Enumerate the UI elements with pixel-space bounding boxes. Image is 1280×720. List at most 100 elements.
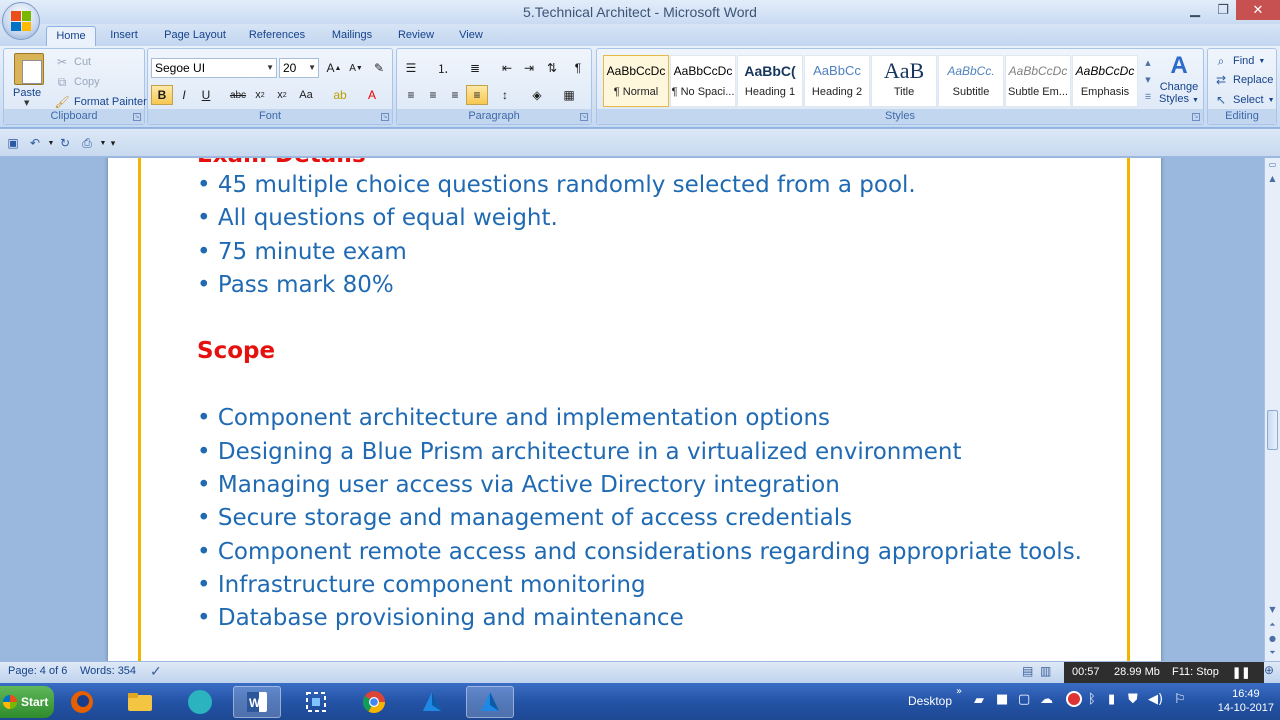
office-button[interactable] <box>2 2 40 40</box>
blue-prism-icon[interactable] <box>466 686 514 718</box>
scroll-thumb[interactable] <box>1267 410 1278 450</box>
align-left-icon[interactable]: ≡ <box>400 85 422 105</box>
borders-icon[interactable]: ▦ <box>558 85 580 105</box>
window-icon[interactable]: ▢ <box>1018 692 1030 707</box>
style-heading-2[interactable]: AaBbCc Heading 2 <box>804 55 870 107</box>
style-heading-1[interactable]: AaBbC( Heading 1 <box>737 55 803 107</box>
tab-view[interactable]: View <box>452 26 490 46</box>
multilevel-list-icon[interactable]: ≣ <box>464 58 486 78</box>
cut-button[interactable]: ✂ Cut <box>54 53 91 71</box>
ruler-toggle-icon[interactable]: ▭ <box>1265 158 1280 172</box>
next-page-icon[interactable]: ⏷ <box>1265 646 1280 660</box>
line-spacing-icon[interactable]: ↕ <box>494 85 516 105</box>
strikethrough-icon[interactable]: abc <box>227 85 249 105</box>
increase-indent-icon[interactable]: ⇥ <box>518 58 540 78</box>
scroll-up-icon[interactable]: ▲ <box>1265 172 1280 186</box>
volume-icon[interactable]: ◀) <box>1148 692 1163 707</box>
dialog-launcher-icon[interactable]: ↘ <box>1192 113 1200 121</box>
teal-app-icon[interactable] <box>176 686 224 718</box>
font-name-combo[interactable]: Segoe UI ▼ <box>151 58 277 78</box>
tab-references[interactable]: References <box>244 26 310 46</box>
shrink-font-icon[interactable]: A ▼ <box>345 58 367 78</box>
superscript-icon[interactable]: x2 <box>271 85 293 105</box>
dialog-launcher-icon[interactable]: ↘ <box>133 113 141 121</box>
font-size-combo[interactable]: 20 ▼ <box>279 58 319 78</box>
bluetooth-icon[interactable]: ᛒ <box>1088 692 1096 707</box>
justify-icon[interactable]: ≡ <box>466 85 488 105</box>
decrease-indent-icon[interactable]: ⇤ <box>496 58 518 78</box>
numbering-icon[interactable]: ⒈ <box>432 58 454 78</box>
scroll-down-icon[interactable]: ▼ <box>1265 603 1280 617</box>
sort-icon[interactable]: ⇅ <box>541 58 563 78</box>
style-subtitle[interactable]: AaBbCc. Subtitle <box>938 55 1004 107</box>
firefox-icon[interactable] <box>58 686 106 718</box>
full-screen-reading-icon[interactable]: ▥ <box>1040 664 1051 678</box>
clock[interactable]: 16:49 14-10-2017 <box>1218 687 1274 715</box>
style-subtle-emphasis[interactable]: AaBbCcDc Subtle Em... <box>1005 55 1071 107</box>
record-icon[interactable] <box>1066 691 1082 707</box>
start-button[interactable]: Start <box>0 686 54 718</box>
tab-insert[interactable]: Insert <box>102 26 146 46</box>
clear-formatting-icon[interactable]: ✎ <box>368 58 390 78</box>
change-styles-button[interactable]: A Change Styles ▼ <box>1157 51 1201 109</box>
recording-stop[interactable]: F11: Stop <box>1172 666 1219 678</box>
tab-review[interactable]: Review <box>392 26 440 46</box>
document-page[interactable]: Exam Details • 45 multiple choice questi… <box>108 158 1161 661</box>
proofing-icon[interactable]: ✓ <box>150 663 162 680</box>
pause-icon[interactable]: ❚❚ <box>1232 666 1250 679</box>
save-icon[interactable]: ▣ <box>2 133 24 153</box>
print-layout-icon[interactable]: ▤ <box>1022 664 1033 678</box>
cloud-icon[interactable]: ☁ <box>1040 692 1053 707</box>
styles-scroll[interactable]: ▲ ▼ ☰ <box>1142 55 1154 107</box>
tab-mailings[interactable]: Mailings <box>324 26 380 46</box>
underline-icon[interactable]: U <box>195 85 217 105</box>
paste-button[interactable]: Paste ▼ <box>4 49 50 109</box>
maximize-button[interactable]: ❐ <box>1210 0 1236 20</box>
change-case-icon[interactable]: Aa <box>295 85 317 105</box>
dialog-launcher-icon[interactable]: ↘ <box>580 113 588 121</box>
style-no-spacing[interactable]: AaBbCcDc ¶ No Spaci... <box>670 55 736 107</box>
word-icon[interactable]: W <box>233 686 281 718</box>
shading-icon[interactable]: ◈ <box>526 85 548 105</box>
previous-page-icon[interactable]: ⏶ <box>1265 618 1280 632</box>
copy-button[interactable]: ⧉ Copy <box>54 73 100 91</box>
blue-prism-icon[interactable] <box>408 686 456 718</box>
tab-home[interactable]: Home <box>46 26 96 46</box>
screen-capture-icon[interactable] <box>292 686 340 718</box>
align-center-icon[interactable]: ≡ <box>422 85 444 105</box>
show-formatting-icon[interactable]: ¶ <box>567 58 589 78</box>
stop-icon[interactable]: ■ <box>996 692 1008 707</box>
redo-icon[interactable]: ↻ <box>54 133 76 153</box>
tab-page-layout[interactable]: Page Layout <box>158 26 232 46</box>
page-count[interactable]: Page: 4 of 6 <box>8 665 67 677</box>
highlight-icon[interactable]: ab <box>329 85 351 105</box>
find-button[interactable]: ⌕ Find ▼ <box>1213 52 1266 70</box>
italic-icon[interactable]: I <box>173 85 195 105</box>
dialog-launcher-icon[interactable]: ↘ <box>381 113 389 121</box>
font-color-icon[interactable]: A <box>361 85 383 105</box>
replace-button[interactable]: ⇄ Replace <box>1213 71 1273 89</box>
bold-icon[interactable]: B <box>151 85 173 105</box>
align-right-icon[interactable]: ≡ <box>444 85 466 105</box>
customize-toolbar-icon[interactable]: ▾ <box>102 133 124 153</box>
bullets-icon[interactable]: ☰ <box>400 58 422 78</box>
signal-icon[interactable]: ▮ <box>1108 692 1115 707</box>
style-normal[interactable]: AaBbCcDc ¶ Normal <box>603 55 669 107</box>
grow-font-icon[interactable]: A ▲ <box>323 58 345 78</box>
shield-icon[interactable]: ⛊ <box>1128 692 1138 707</box>
file-explorer-icon[interactable] <box>116 686 164 718</box>
word-count[interactable]: Words: 354 <box>80 665 136 677</box>
vertical-scrollbar[interactable]: ▭ ▲ ▼ ⏶ ● ⏷ <box>1264 158 1280 661</box>
flag-icon[interactable]: ⚐ <box>1174 692 1186 707</box>
style-emphasis[interactable]: AaBbCcDc Emphasis <box>1072 55 1138 107</box>
minimize-button[interactable]: ▁ <box>1180 0 1210 20</box>
chrome-icon[interactable] <box>350 686 398 718</box>
zoom-icon[interactable]: ⊕ <box>1264 663 1274 677</box>
close-button[interactable]: ✕ <box>1236 0 1280 20</box>
chevron-right-icon[interactable]: » <box>956 686 962 697</box>
desktop-toolbar[interactable]: Desktop <box>908 694 952 708</box>
network-icon[interactable]: ▰ <box>974 693 984 708</box>
select-browse-object-icon[interactable]: ● <box>1265 632 1280 646</box>
style-title[interactable]: AaB Title <box>871 55 937 107</box>
select-button[interactable]: ↖ Select ▼ <box>1213 91 1275 109</box>
